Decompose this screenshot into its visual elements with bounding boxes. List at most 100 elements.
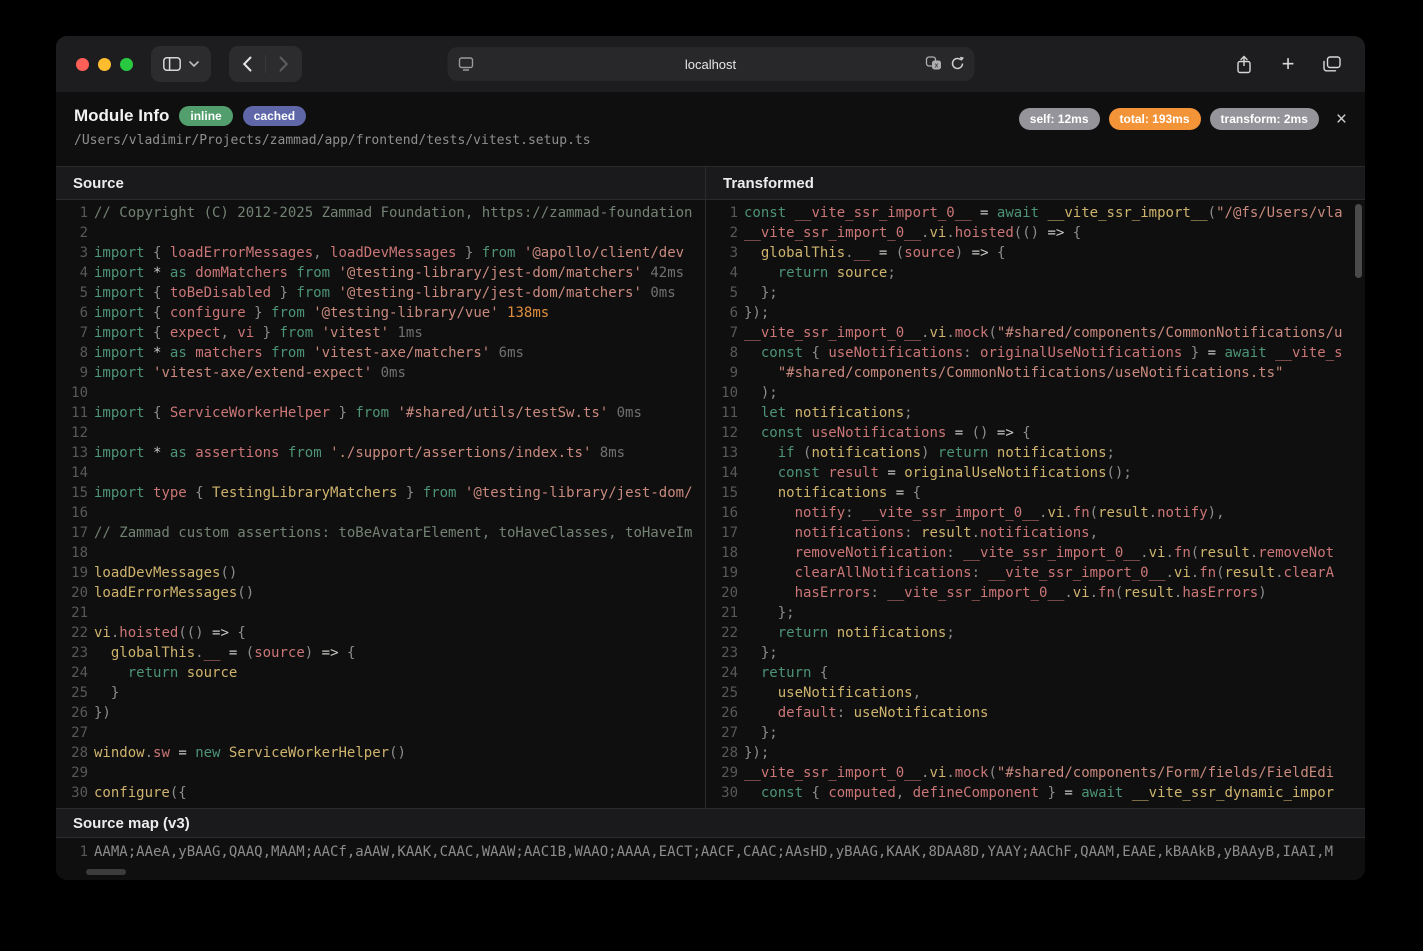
close-window-button[interactable] xyxy=(76,58,89,71)
line-text: import * as matchers from 'vitest-axe/ma… xyxy=(94,345,705,365)
line-number: 17 xyxy=(706,525,738,545)
line-text xyxy=(94,465,705,485)
source-panel: Source 1// Copyright (C) 2012-2025 Zamma… xyxy=(56,166,706,808)
line-number: 12 xyxy=(56,425,88,445)
code-line: 5import { toBeDisabled } from '@testing-… xyxy=(56,285,705,305)
line-text: }); xyxy=(744,745,1365,765)
close-icon[interactable]: × xyxy=(1336,110,1347,129)
code-line: 13 if (notifications) return notificatio… xyxy=(706,445,1365,465)
line-text xyxy=(94,225,705,245)
code-line: 27 }; xyxy=(706,725,1365,745)
code-line: 13import * as assertions from './support… xyxy=(56,445,705,465)
sidebar-button[interactable] xyxy=(151,46,211,82)
code-line: 24 return { xyxy=(706,665,1365,685)
sourcemap-body[interactable]: 1 AAMA;AAeA,yBAAG,QAAQ,MAAM;AACf,aAAW,KA… xyxy=(56,838,1365,880)
code-line: 2__vite_ssr_import_0__.vi.hoisted(() => … xyxy=(706,225,1365,245)
code-line: 18 removeNotification: __vite_ssr_import… xyxy=(706,545,1365,565)
line-text: } xyxy=(94,685,705,705)
line-text: const { computed, defineComponent } = aw… xyxy=(744,785,1365,805)
share-icon xyxy=(1236,55,1252,74)
line-number: 11 xyxy=(706,405,738,425)
line-number: 13 xyxy=(706,445,738,465)
line-text: import { toBeDisabled } from '@testing-l… xyxy=(94,285,705,305)
line-number: 16 xyxy=(706,505,738,525)
transformed-code[interactable]: 1const __vite_ssr_import_0__ = await __v… xyxy=(706,200,1365,808)
line-text: useNotifications, xyxy=(744,685,1365,705)
line-number: 19 xyxy=(706,565,738,585)
code-line: 5 }; xyxy=(706,285,1365,305)
line-number: 23 xyxy=(706,645,738,665)
line-text: vi.hoisted(() => { xyxy=(94,625,705,645)
module-info-header: Module Info inline cached /Users/vladimi… xyxy=(56,92,1365,166)
line-number: 7 xyxy=(706,325,738,345)
line-number: 29 xyxy=(56,765,88,785)
inline-badge: inline xyxy=(179,106,232,126)
code-line: 26}) xyxy=(56,705,705,725)
url-text: localhost xyxy=(447,57,974,72)
line-number: 27 xyxy=(56,725,88,745)
code-line: 4import * as domMatchers from '@testing-… xyxy=(56,265,705,285)
code-line: 29__vite_ssr_import_0__.vi.mock("#shared… xyxy=(706,765,1365,785)
share-button[interactable] xyxy=(1227,47,1261,81)
line-number: 30 xyxy=(706,785,738,805)
tab-overview-button[interactable] xyxy=(1315,47,1349,81)
line-text: return source xyxy=(94,665,705,685)
line-text: const useNotifications = () => { xyxy=(744,425,1365,445)
address-bar[interactable]: localhost x xyxy=(447,47,974,81)
line-text: ); xyxy=(744,385,1365,405)
line-number: 18 xyxy=(706,545,738,565)
line-number: 2 xyxy=(56,225,88,245)
code-line: 30 const { computed, defineComponent } =… xyxy=(706,785,1365,805)
line-number: 23 xyxy=(56,645,88,665)
line-text: notify: __vite_ssr_import_0__.vi.fn(resu… xyxy=(744,505,1365,525)
chevron-down-icon xyxy=(189,61,199,67)
line-text: }) xyxy=(94,705,705,725)
code-line: 8 const { useNotifications: originalUseN… xyxy=(706,345,1365,365)
line-number: 2 xyxy=(706,225,738,245)
line-text: const __vite_ssr_import_0__ = await __vi… xyxy=(744,205,1365,225)
code-line: 25 } xyxy=(56,685,705,705)
vertical-scrollbar-thumb[interactable] xyxy=(1355,204,1362,278)
line-text: return { xyxy=(744,665,1365,685)
line-text: globalThis.__ = (source) => { xyxy=(94,645,705,665)
line-text: let notifications; xyxy=(744,405,1365,425)
minimize-window-button[interactable] xyxy=(98,58,111,71)
code-line: 11import { ServiceWorkerHelper } from '#… xyxy=(56,405,705,425)
line-text xyxy=(94,725,705,745)
line-text: import { expect, vi } from 'vitest' 1ms xyxy=(94,325,705,345)
line-number: 26 xyxy=(56,705,88,725)
translate-icon[interactable]: x xyxy=(925,56,941,71)
forward-button[interactable] xyxy=(266,46,302,82)
line-text: const result = originalUseNotifications(… xyxy=(744,465,1365,485)
source-code[interactable]: 1// Copyright (C) 2012-2025 Zammad Found… xyxy=(56,200,705,808)
zoom-window-button[interactable] xyxy=(120,58,133,71)
code-line: 16 xyxy=(56,505,705,525)
reload-icon[interactable] xyxy=(950,56,964,71)
svg-text:x: x xyxy=(934,61,938,69)
page-title: Module Info xyxy=(74,106,169,126)
line-text: import 'vitest-axe/extend-expect' 0ms xyxy=(94,365,705,385)
code-line: 25 useNotifications, xyxy=(706,685,1365,705)
line-number: 15 xyxy=(706,485,738,505)
new-tab-button[interactable]: + xyxy=(1271,47,1305,81)
line-text xyxy=(94,505,705,525)
code-line: 22vi.hoisted(() => { xyxy=(56,625,705,645)
page-icon[interactable] xyxy=(458,57,473,71)
back-button[interactable] xyxy=(229,46,265,82)
line-number: 30 xyxy=(56,785,88,805)
line-number: 11 xyxy=(56,405,88,425)
line-number: 20 xyxy=(706,585,738,605)
code-line: 23 }; xyxy=(706,645,1365,665)
line-number: 1 xyxy=(56,205,88,225)
line-number: 3 xyxy=(706,245,738,265)
line-number: 22 xyxy=(706,625,738,645)
line-text: return source; xyxy=(744,265,1365,285)
line-text: "#shared/components/CommonNotifications/… xyxy=(744,365,1365,385)
window-controls xyxy=(76,58,133,71)
code-line: 4 return source; xyxy=(706,265,1365,285)
code-line: 3import { loadErrorMessages, loadDevMess… xyxy=(56,245,705,265)
line-number: 21 xyxy=(56,605,88,625)
line-text: const { useNotifications: originalUseNot… xyxy=(744,345,1365,365)
line-text: configure({ xyxy=(94,785,705,805)
horizontal-scrollbar-thumb[interactable] xyxy=(86,869,126,875)
